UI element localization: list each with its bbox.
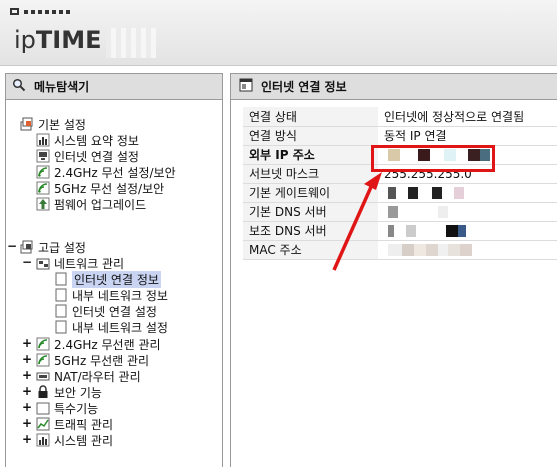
iptime-logo: ipTIME: [14, 26, 102, 54]
tree-basic-settings[interactable]: 기본 설정: [20, 116, 86, 132]
expand-toggle[interactable]: +: [22, 432, 32, 446]
highlight-box: [371, 145, 495, 172]
wifi-icon: [36, 337, 50, 351]
traffic-icon: [36, 417, 50, 431]
redacted-value: [378, 202, 557, 222]
menu-explorer-header: 메뉴탐색기: [6, 74, 222, 100]
redacted-value: [378, 183, 557, 203]
tree-item-internet-setup[interactable]: 인터넷 연결 설정: [36, 148, 139, 164]
expand-toggle[interactable]: +: [22, 368, 32, 382]
content-panel: 인터넷 연결 정보 연결 상태 인터넷에 정상적으로 연결됨 연결 방식 동적 …: [230, 73, 557, 467]
page-icon: [54, 304, 68, 318]
tree-system-management[interactable]: 시스템 관리: [36, 432, 113, 448]
table-row: 연결 방식 동적 IP 연결: [243, 126, 557, 146]
table-row: 기본 DNS 서버: [243, 202, 557, 222]
network-folder-icon: [36, 256, 50, 270]
tree-item-internet-setup-adv[interactable]: 인터넷 연결 설정: [54, 303, 157, 319]
wifi-icon: [36, 353, 50, 367]
row-key: 서브넷 마스크: [243, 164, 378, 184]
tree-item-firmware-upgrade[interactable]: 펌웨어 업그레이드: [36, 196, 146, 212]
expand-toggle[interactable]: +: [22, 416, 32, 430]
magnifier-icon: [12, 78, 26, 95]
row-key: 연결 방식: [243, 126, 378, 146]
redacted-value: [378, 240, 557, 260]
tree-security[interactable]: 보안 기능: [36, 384, 102, 400]
tree-item-internal-network-setup[interactable]: 내부 네트워크 설정: [54, 319, 168, 335]
table-row: 보조 DNS 서버: [243, 221, 557, 241]
redacted-value: [378, 221, 557, 241]
tree-item-5ghz-wireless[interactable]: 5GHz 무선 설정/보안: [36, 180, 164, 196]
tree-24ghz-management[interactable]: 2.4GHz 무선랜 관리: [36, 336, 161, 352]
row-key: 연결 상태: [243, 107, 378, 127]
tree-special-features[interactable]: 특수기능: [36, 400, 98, 416]
tree-nat-router[interactable]: NAT/라우터 관리: [36, 368, 141, 384]
chart-icon: [36, 433, 50, 447]
header: ipTIME: [0, 0, 557, 66]
window-icon: [239, 78, 253, 95]
table-row: 연결 상태 인터넷에 정상적으로 연결됨: [243, 107, 557, 127]
row-key: MAC 주소: [243, 240, 378, 260]
collapse-toggle[interactable]: −: [7, 239, 17, 253]
network-icon: [36, 149, 50, 163]
row-key: 외부 IP 주소: [243, 145, 378, 165]
page-icon: [54, 288, 68, 302]
router-icon: [36, 369, 50, 383]
tree-network-management[interactable]: 네트워크 관리: [36, 255, 124, 271]
tree-advanced-settings[interactable]: 고급 설정: [20, 239, 86, 255]
table-row: MAC 주소: [243, 240, 557, 260]
logo-dots: [10, 8, 70, 15]
content-header: 인터넷 연결 정보: [231, 74, 557, 100]
folder-icon: [20, 240, 34, 254]
folder-icon: [20, 117, 34, 131]
row-value: 인터넷에 정상적으로 연결됨: [378, 107, 557, 127]
expand-toggle[interactable]: +: [22, 352, 32, 366]
expand-toggle[interactable]: +: [22, 384, 32, 398]
page-icon: [54, 320, 68, 334]
row-key: 기본 게이트웨이: [243, 183, 378, 203]
row-key: 기본 DNS 서버: [243, 202, 378, 222]
lock-icon: [36, 385, 50, 399]
tree-item-internet-info[interactable]: 인터넷 연결 정보: [54, 270, 161, 288]
tree-item-internal-network-info[interactable]: 내부 네트워크 정보: [54, 287, 168, 303]
row-value: 동적 IP 연결: [378, 126, 557, 146]
page-icon: [54, 272, 68, 286]
menu-explorer-title: 메뉴탐색기: [34, 80, 90, 94]
expand-toggle[interactable]: +: [22, 336, 32, 350]
collapse-toggle[interactable]: −: [22, 255, 32, 269]
upgrade-icon: [36, 197, 50, 211]
chart-icon: [36, 133, 50, 147]
wifi-icon: [36, 181, 50, 195]
tree-item-system-summary[interactable]: 시스템 요약 정보: [36, 132, 139, 148]
table-row: 기본 게이트웨이: [243, 183, 557, 203]
page-title: 인터넷 연결 정보: [261, 80, 347, 94]
tree-traffic[interactable]: 트래픽 관리: [36, 416, 113, 432]
logo-redacted: [106, 28, 156, 58]
menu-explorer: 메뉴탐색기 기본 설정 시스템 요약 정보 인터넷 연결 설정 2.4GHz 무…: [5, 73, 223, 467]
wifi-icon: [36, 165, 50, 179]
expand-toggle[interactable]: +: [22, 400, 32, 414]
tree-item-24ghz-wireless[interactable]: 2.4GHz 무선 설정/보안: [36, 164, 176, 180]
connection-info-table: 연결 상태 인터넷에 정상적으로 연결됨 연결 방식 동적 IP 연결 외부 I…: [243, 107, 557, 260]
row-key: 보조 DNS 서버: [243, 221, 378, 241]
tree-5ghz-management[interactable]: 5GHz 무선랜 관리: [36, 352, 149, 368]
folder-icon: [36, 401, 50, 415]
